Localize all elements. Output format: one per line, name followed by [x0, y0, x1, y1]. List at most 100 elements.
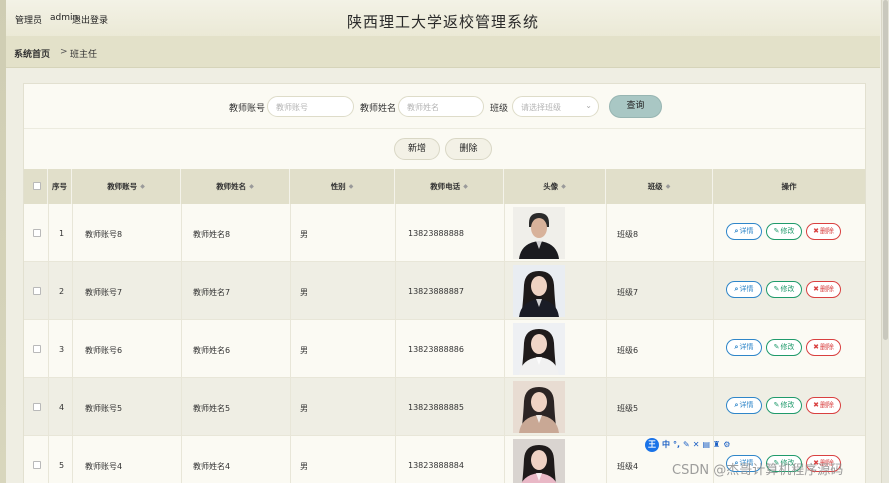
breadcrumb-separator: > [60, 47, 68, 57]
table-row: 3 教师账号6 教师姓名6 男 13823888886 班级6 ⌕详情 ✎修改 ✖删除 [24, 320, 865, 378]
delete-row-button[interactable]: ✖删除 [806, 339, 841, 356]
edit-button[interactable]: ✎修改 [766, 223, 802, 240]
column-divider [395, 204, 396, 262]
add-button[interactable]: 新增 [394, 138, 440, 160]
delete-button[interactable]: 删除 [445, 138, 492, 160]
class-label: 班级 [490, 104, 509, 114]
column-divider [72, 262, 73, 320]
close-icon: ✖ [813, 343, 819, 351]
search-icon: ⌕ [734, 343, 739, 351]
select-all-checkbox[interactable] [33, 182, 41, 190]
vertical-scrollbar[interactable] [881, 0, 889, 483]
column-divider [72, 436, 73, 483]
delete-label: 删除 [819, 401, 834, 409]
column-divider [606, 320, 607, 378]
breadcrumb-home[interactable]: 系统首页 [14, 47, 50, 60]
row-checkbox[interactable] [33, 287, 41, 295]
column-avatar[interactable]: 头像 ◆ [504, 169, 606, 204]
edit-label: 修改 [780, 285, 795, 293]
row-account: 教师账号6 [85, 346, 123, 355]
top-header: 管理员 admin 退出登录 陕西理工大学返校管理系统 [6, 0, 880, 36]
row-phone: 13823888885 [408, 403, 464, 412]
column-divider [48, 262, 49, 320]
column-divider [504, 204, 505, 262]
search-icon: ⌕ [734, 285, 739, 293]
scrollbar-thumb[interactable] [883, 0, 888, 340]
edit-button[interactable]: ✎修改 [766, 339, 802, 356]
close-icon: ✖ [813, 285, 819, 293]
avatar-photo [513, 323, 565, 375]
keyboard-icon[interactable]: ▤ [702, 440, 710, 449]
skin-icon[interactable]: ♜ [713, 440, 720, 449]
column-divider [606, 204, 607, 262]
row-phone: 13823888884 [408, 461, 464, 470]
column-divider [606, 378, 607, 436]
row-account: 教师账号7 [85, 288, 123, 297]
tools-icon[interactable]: ✕ [693, 440, 700, 449]
column-divider [290, 320, 291, 378]
row-gender: 男 [300, 404, 308, 413]
ime-mode[interactable]: 中 [662, 439, 670, 450]
avatar-photo [513, 381, 565, 433]
column-divider [290, 378, 291, 436]
column-gender[interactable]: 性别 ◆ [290, 169, 395, 204]
row-class: 班级4 [617, 462, 639, 471]
column-divider [72, 320, 73, 378]
column-divider [290, 262, 291, 320]
teacher-name-input[interactable]: 教师姓名 [398, 96, 484, 117]
ime-toolbar[interactable]: 王 中 °, ✎ ✕ ▤ ♜ ⚙ [645, 437, 730, 452]
row-seq: 3 [59, 345, 65, 354]
row-class: 班级8 [617, 230, 639, 239]
delete-label: 删除 [819, 285, 834, 293]
query-button[interactable]: 查询 [609, 95, 662, 118]
column-divider [395, 320, 396, 378]
row-checkbox[interactable] [33, 345, 41, 353]
edit-button[interactable]: ✎修改 [766, 281, 802, 298]
row-checkbox[interactable] [33, 403, 41, 411]
delete-row-button[interactable]: ✖删除 [806, 397, 841, 414]
row-class: 班级7 [617, 288, 639, 297]
edit-button[interactable]: ✎修改 [766, 397, 802, 414]
row-gender: 男 [300, 346, 308, 355]
row-checkbox[interactable] [33, 461, 41, 469]
row-gender: 男 [300, 462, 308, 471]
row-account: 教师账号5 [85, 404, 123, 413]
edit-label: 修改 [780, 343, 795, 351]
delete-row-button[interactable]: ✖删除 [806, 281, 841, 298]
delete-row-button[interactable]: ✖删除 [806, 223, 841, 240]
avatar-photo [513, 207, 565, 259]
column-phone[interactable]: 教师电话 ◆ [395, 169, 504, 204]
gear-icon[interactable]: ⚙ [723, 440, 730, 449]
column-divider [290, 204, 291, 262]
watermark: CSDN @杰哥计算机程序源码 [672, 463, 844, 478]
close-icon: ✖ [813, 227, 819, 235]
row-name: 教师姓名5 [193, 404, 231, 413]
teacher-name-label: 教师姓名 [360, 104, 397, 114]
column-divider [181, 378, 182, 436]
punctuation-icon[interactable]: °, [673, 440, 680, 449]
table-row: 1 教师账号8 教师姓名8 男 13823888888 班级8 ⌕详情 ✎修改 ✖删除 [24, 204, 865, 262]
pen-icon[interactable]: ✎ [683, 440, 690, 449]
column-divider [606, 436, 607, 483]
row-account: 教师账号4 [85, 462, 123, 471]
ime-logo-icon[interactable]: 王 [645, 437, 659, 452]
view-button[interactable]: ⌕详情 [726, 281, 762, 298]
edit-label: 修改 [780, 227, 795, 235]
view-label: 详情 [739, 227, 754, 235]
view-button[interactable]: ⌕详情 [726, 397, 762, 414]
teacher-id-input[interactable]: 教师账号 [267, 96, 354, 117]
column-divider [504, 436, 505, 483]
row-checkbox[interactable] [33, 229, 41, 237]
column-account[interactable]: 教师账号 ◆ [72, 169, 181, 204]
column-class[interactable]: 班级 ◆ [606, 169, 713, 204]
view-button[interactable]: ⌕详情 [726, 223, 762, 240]
row-phone: 13823888887 [408, 287, 464, 296]
column-name[interactable]: 教师姓名 ◆ [181, 169, 290, 204]
chevron-down-icon: ⌄ [585, 101, 592, 110]
column-divider [181, 320, 182, 378]
class-select[interactable]: 请选择班级 ⌄ [512, 96, 599, 117]
column-ops: 操作 [781, 182, 797, 191]
delete-label: 删除 [819, 227, 834, 235]
view-button[interactable]: ⌕详情 [726, 339, 762, 356]
column-divider [181, 204, 182, 262]
